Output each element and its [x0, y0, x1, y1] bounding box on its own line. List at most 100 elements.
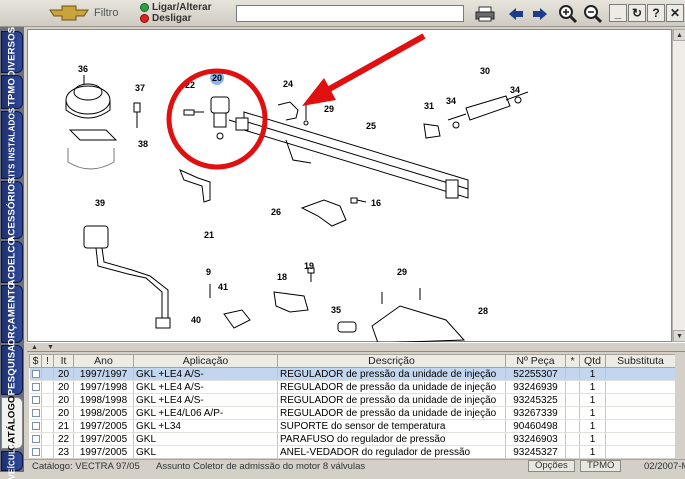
callout-9: 9 [206, 267, 211, 277]
tab-pesquisa[interactable]: PESQUISA [1, 345, 23, 395]
close-button[interactable]: ✕ [666, 4, 684, 22]
cell-item: 20 [53, 380, 74, 394]
callout-36: 36 [78, 64, 88, 74]
exploded-view-drawing: 20 22 24 29 25 36 37 38 31 34 30 34 21 2… [65, 33, 529, 343]
minimize-button[interactable]: _ [609, 4, 627, 22]
callout-34b: 34 [510, 85, 520, 95]
cell-substitute [605, 380, 675, 394]
power-on-label: Ligar/Alterar [152, 1, 212, 13]
cell-item: 22 [53, 432, 74, 446]
zoom-in-button[interactable] [557, 3, 579, 24]
tpmo-button[interactable]: TPMO [580, 460, 622, 472]
scroll-down-icon[interactable]: ▼ [673, 330, 685, 342]
col-price[interactable]: $ [29, 354, 42, 368]
tab-tpmo[interactable]: TPMO [1, 75, 23, 109]
cell-star [565, 380, 580, 394]
row-checkbox[interactable] [31, 369, 40, 378]
print-button[interactable] [474, 3, 496, 24]
back-button[interactable] [505, 3, 527, 24]
part-26-drawing [300, 199, 347, 227]
col-item[interactable]: It [53, 354, 74, 368]
part-36-drawing [65, 75, 118, 170]
row-checkbox[interactable] [31, 447, 40, 456]
table-row[interactable]: 22 1997/2005 GKL PARAFUSO do regulador de p… [29, 432, 675, 446]
scroll-up-icon[interactable]: ▲ [673, 29, 685, 41]
diagram-scrollbar[interactable]: ▲ ▼ [672, 29, 685, 342]
callout-16: 16 [371, 198, 381, 208]
tab-kits-instalados[interactable]: KITS INSTALADOS [1, 108, 23, 182]
table-row[interactable]: 20 1998/1998 GKL +LE4 A/S- REGULADOR de pre… [29, 393, 675, 407]
cell-year: 1997/1997 [73, 367, 134, 381]
table-row[interactable]: 20 1998/2005 GKL +LE4/L06 A/P- REGULADOR de… [29, 406, 675, 420]
pane-splitter[interactable]: ▲ ▼ [27, 342, 685, 352]
col-description[interactable]: Descrição [277, 354, 506, 368]
cell-quantity: 1 [579, 432, 606, 446]
tab-orcamento[interactable]: ORÇAMENTO [1, 282, 23, 346]
tab-acessorios[interactable]: ACESSÓRIOS [1, 177, 23, 243]
row-checkbox[interactable] [31, 395, 40, 404]
tab-veiculo[interactable]: VEÍCULO [1, 443, 23, 479]
forward-button[interactable] [529, 3, 551, 24]
table-row[interactable]: 21 1997/2005 GKL +L34 SUPORTE do sensor de … [29, 419, 675, 433]
status-bar: Catálogo: VECTRA 97/05 Assunto Coletor d… [24, 459, 685, 472]
table-row[interactable]: 20 1997/1998 GKL +LE4 A/S- REGULADOR de pre… [29, 380, 675, 394]
row-checkbox[interactable] [31, 434, 40, 443]
table-row[interactable]: 23 1997/2005 GKL ANEL-VEDADOR do regulador … [29, 445, 675, 458]
part-29-drawing [303, 105, 309, 126]
col-alert[interactable]: ! [41, 354, 54, 368]
table-row[interactable]: 20 1997/1997 GKL +LE4 A/S- REGULADOR de pre… [29, 367, 675, 381]
tab-catalogo[interactable]: CATÁLOGO [1, 395, 23, 451]
col-substitute[interactable]: Substituta [605, 354, 675, 368]
cell-substitute [605, 393, 675, 407]
cell-star [565, 367, 580, 381]
cell-year: 1997/2005 [73, 432, 134, 446]
cell-checkbox[interactable] [29, 432, 42, 446]
col-application[interactable]: Aplicação [133, 354, 278, 368]
cell-checkbox[interactable] [29, 406, 42, 420]
col-year[interactable]: Ano [73, 354, 134, 368]
cell-checkbox[interactable] [29, 445, 42, 458]
callout-38: 38 [138, 139, 148, 149]
cell-star [565, 393, 580, 407]
collapse-up-icon[interactable]: ▲ [31, 344, 38, 351]
cell-star [565, 445, 580, 458]
cell-description: PARAFUSO do regulador de pressão [277, 432, 506, 446]
col-star[interactable]: * [565, 354, 580, 368]
power-off-button[interactable]: Desligar [140, 12, 191, 24]
tab-acdelco[interactable]: ACDELCO [1, 238, 23, 286]
refresh-button[interactable]: ↻ [628, 4, 646, 22]
cell-year: 1998/1998 [73, 393, 134, 407]
col-part-number[interactable]: Nº Peça [505, 354, 566, 368]
parts-table: $ ! It Ano Aplicação Descrição Nº Peça *… [29, 354, 675, 458]
parts-diagram[interactable]: 20 22 24 29 25 36 37 38 31 34 30 34 21 2… [27, 29, 672, 343]
cell-checkbox[interactable] [29, 393, 42, 407]
row-checkbox[interactable] [31, 421, 40, 430]
row-checkbox[interactable] [31, 408, 40, 417]
cell-item: 20 [53, 393, 74, 407]
cell-star [565, 419, 580, 433]
tab-diversos[interactable]: DIVERSOS [1, 27, 23, 77]
part-18-drawing [273, 291, 309, 313]
arrow-left-icon [509, 7, 523, 20]
cell-alert [41, 419, 54, 433]
zoom-out-button[interactable] [582, 3, 604, 24]
cell-checkbox[interactable] [29, 367, 42, 381]
collapse-down-icon[interactable]: ▼ [47, 344, 54, 351]
callout-18: 18 [277, 272, 287, 282]
cell-checkbox[interactable] [29, 380, 42, 394]
callout-40: 40 [191, 315, 201, 325]
minimize-icon: _ [614, 6, 622, 20]
help-button[interactable]: ? [647, 4, 665, 22]
status-date: 02/2007-M [644, 461, 685, 472]
cell-alert [41, 432, 54, 446]
cell-part-number: 52255307 [505, 367, 566, 381]
search-input[interactable] [236, 5, 464, 22]
callout-34: 34 [446, 96, 456, 106]
part-30-drawing [447, 91, 529, 129]
cell-substitute [605, 432, 675, 446]
options-button[interactable]: Opções [528, 460, 575, 472]
power-group: Ligar/Alterar Desligar [140, 1, 234, 25]
col-quantity[interactable]: Qtd [579, 354, 606, 368]
cell-checkbox[interactable] [29, 419, 42, 433]
row-checkbox[interactable] [31, 382, 40, 391]
